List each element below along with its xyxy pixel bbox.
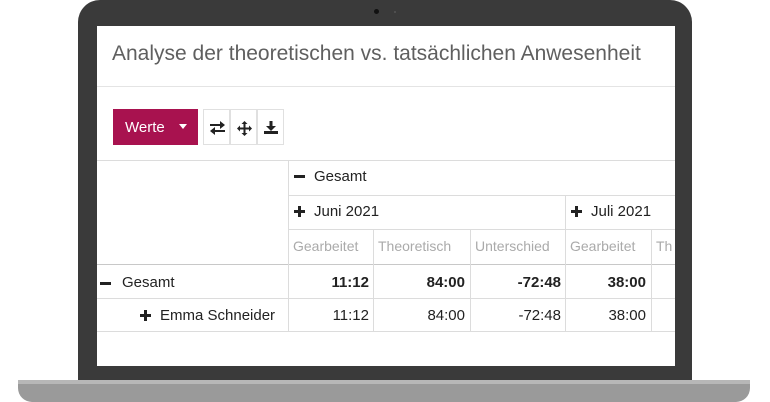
header-bottom-border bbox=[97, 264, 675, 265]
row-divider bbox=[97, 331, 675, 332]
measure-header[interactable]: Gearbeitet bbox=[570, 238, 635, 254]
expand-plus-icon bbox=[571, 206, 582, 217]
table-cell[interactable]: -72:48 bbox=[470, 274, 561, 291]
caret-down-icon bbox=[179, 124, 187, 129]
laptop-base-edge bbox=[18, 380, 750, 384]
page-title: Analyse der theoretischen vs. tatsächlic… bbox=[112, 42, 641, 65]
row-header-label: Emma Schneider bbox=[160, 307, 276, 324]
laptop-base bbox=[18, 380, 750, 402]
table-cell[interactable]: 11:12 bbox=[288, 307, 369, 324]
row-header-label: Gesamt bbox=[122, 274, 175, 291]
expand-plus-icon bbox=[140, 310, 151, 321]
measure-header[interactable]: Unterschied bbox=[475, 238, 550, 254]
header-divider bbox=[288, 229, 675, 230]
table-cell[interactable]: 11:12 bbox=[288, 274, 369, 291]
expand-plus-icon bbox=[294, 206, 305, 217]
col-header-total-label: Gesamt bbox=[314, 168, 367, 185]
measures-dropdown-button[interactable]: Werte bbox=[113, 109, 198, 145]
expand-all-button[interactable] bbox=[230, 109, 257, 145]
header-divider bbox=[288, 195, 675, 196]
title-divider bbox=[97, 86, 675, 87]
table-cell[interactable]: 84:00 bbox=[373, 274, 465, 291]
table-cell[interactable]: -72:48 bbox=[470, 307, 561, 324]
expand-all-icon bbox=[237, 121, 252, 136]
column-divider bbox=[651, 229, 652, 331]
swap-axes-icon bbox=[210, 121, 225, 135]
download-button[interactable] bbox=[257, 109, 284, 145]
swap-axes-button[interactable] bbox=[203, 109, 230, 145]
row-divider bbox=[97, 298, 675, 299]
table-top-border bbox=[97, 160, 675, 161]
download-icon bbox=[264, 121, 278, 134]
sensor-dot bbox=[394, 11, 396, 13]
period-label: Juni 2021 bbox=[314, 203, 380, 220]
column-divider bbox=[288, 160, 289, 331]
measures-label: Werte bbox=[125, 119, 165, 136]
measure-header[interactable]: Th bbox=[656, 238, 672, 254]
measure-header[interactable]: Gearbeitet bbox=[293, 238, 358, 254]
app-screen: Analyse der theoretischen vs. tatsächlic… bbox=[97, 26, 675, 366]
measure-header[interactable]: Theoretisch bbox=[378, 238, 451, 254]
table-cell[interactable]: 38:00 bbox=[565, 307, 646, 324]
collapse-minus-icon bbox=[294, 175, 305, 178]
collapse-minus-icon bbox=[100, 282, 111, 285]
table-cell[interactable]: 38:00 bbox=[565, 274, 646, 291]
table-cell[interactable]: 84:00 bbox=[373, 307, 465, 324]
period-label: Juli 2021 bbox=[591, 203, 652, 220]
camera-icon bbox=[374, 9, 379, 14]
